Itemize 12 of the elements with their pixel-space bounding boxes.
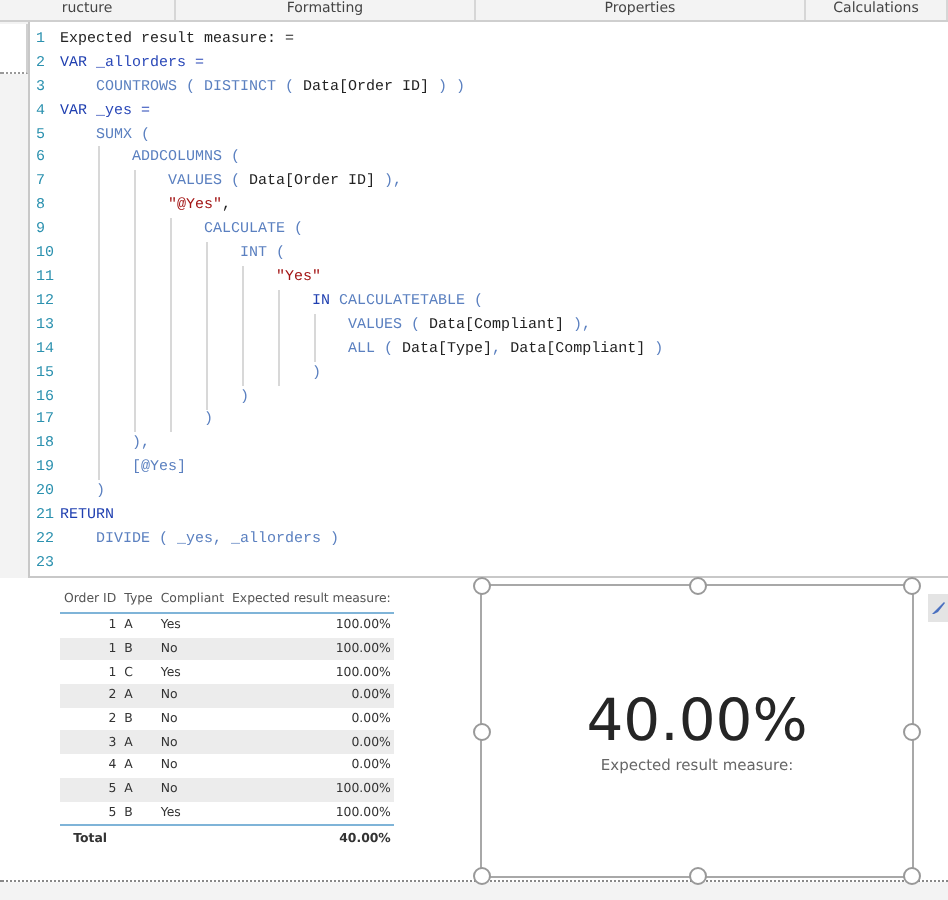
resize-handle[interactable] (688, 577, 706, 595)
resize-handle[interactable] (903, 722, 921, 740)
resize-handle[interactable] (688, 867, 706, 885)
resize-handle[interactable] (473, 867, 491, 885)
resize-handle[interactable] (903, 577, 921, 595)
resize-handle[interactable] (473, 722, 491, 740)
resize-handle[interactable] (473, 577, 491, 595)
format-button[interactable] (928, 594, 948, 622)
resize-handle[interactable] (903, 867, 921, 885)
paintbrush-icon (930, 600, 946, 616)
formula-editor[interactable] (28, 22, 948, 578)
card-value: 40.00% (586, 688, 808, 752)
